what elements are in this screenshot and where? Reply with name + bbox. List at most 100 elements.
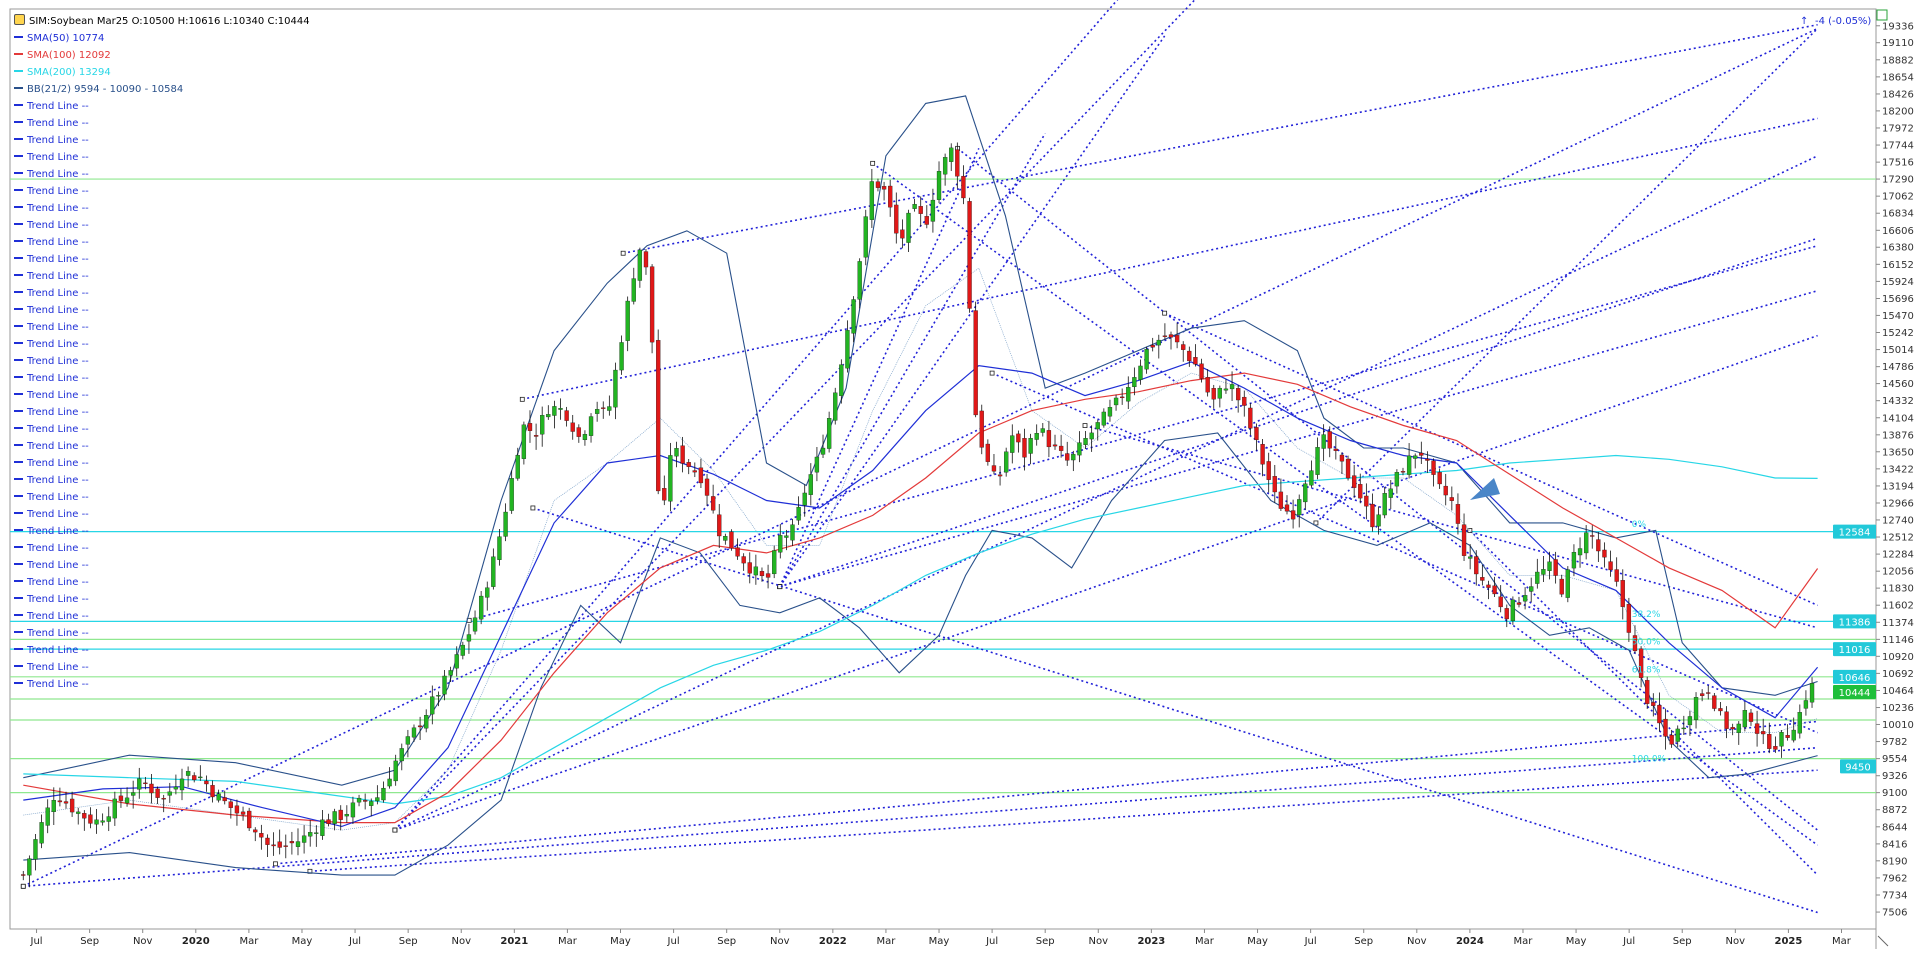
trend-line-legend-row[interactable]: Trend Line -- <box>14 506 310 523</box>
candle-down <box>1663 718 1668 737</box>
trend-line-legend-row[interactable]: Trend Line -- <box>14 251 310 268</box>
trend-line-legend-row[interactable]: Trend Line -- <box>14 676 310 693</box>
trend-line-value: -- <box>81 509 89 520</box>
x-tick-label: Mar <box>1195 936 1215 947</box>
zoom-icon[interactable] <box>1876 9 1888 21</box>
legend-swatch <box>14 121 23 123</box>
trend-line-legend-row[interactable]: Trend Line -- <box>14 285 310 302</box>
candle-down <box>1761 731 1766 735</box>
trend-line-legend-row[interactable]: Trend Line -- <box>14 387 310 404</box>
legend-swatch <box>14 631 23 633</box>
candle-up <box>430 696 435 715</box>
candle-down <box>1748 712 1754 722</box>
legend-swatch <box>14 529 23 531</box>
candle-down <box>1596 539 1601 552</box>
trend-line-legend-row[interactable]: Trend Line -- <box>14 489 310 506</box>
candle-down <box>1706 692 1711 694</box>
trend-line-legend-row[interactable]: Trend Line -- <box>14 370 310 387</box>
candle-down <box>1419 452 1424 456</box>
trend-line-legend-row[interactable]: Trend Line -- <box>14 625 310 642</box>
trend-line-legend-row[interactable]: Trend Line -- <box>14 217 310 234</box>
trend-line-legend-row[interactable]: Trend Line -- <box>14 591 310 608</box>
trend-line-legend-row[interactable]: Trend Line -- <box>14 149 310 166</box>
candle-down <box>1187 350 1192 362</box>
trend-line-value: -- <box>81 254 89 265</box>
candle-up <box>436 695 441 697</box>
candle-up <box>1321 434 1326 449</box>
trend-line-legend-row[interactable]: Trend Line -- <box>14 574 310 591</box>
candle-down <box>338 809 343 820</box>
trend-line-legend-row[interactable]: Trend Line -- <box>14 659 310 676</box>
trend-line-value: -- <box>81 645 89 656</box>
legend-swatch <box>14 87 23 89</box>
legend-swatch <box>14 223 23 225</box>
y-tick-label: 18426 <box>1882 89 1914 100</box>
candle-down <box>1754 723 1760 734</box>
candle-down <box>1150 344 1155 348</box>
trend-line-legend-row[interactable]: Trend Line -- <box>14 608 310 625</box>
trend-line-legend-row[interactable]: Trend Line -- <box>14 132 310 149</box>
legend-swatch <box>14 478 23 480</box>
trend-line-label: Trend Line <box>27 135 79 146</box>
indicator-legend-row[interactable]: SMA(200) 13294 <box>14 64 310 81</box>
trend-line-legend-row[interactable]: Trend Line -- <box>14 540 310 557</box>
candle-down <box>289 841 295 844</box>
candle-up <box>320 819 325 836</box>
candle-down <box>692 470 697 473</box>
indicator-legend-row[interactable]: SMA(100) 12092 <box>14 47 310 64</box>
candle-down <box>1474 556 1479 575</box>
trend-line-legend-row[interactable]: Trend Line -- <box>14 166 310 183</box>
trend-line-legend-row[interactable]: Trend Line -- <box>14 319 310 336</box>
y-tick-label: 15470 <box>1882 311 1914 322</box>
y-tick-label: 16606 <box>1882 226 1914 237</box>
trend-line-legend-row[interactable]: Trend Line -- <box>14 404 310 421</box>
trend-line-legend-row[interactable]: Trend Line -- <box>14 472 310 489</box>
trend-line-legend-row[interactable]: Trend Line -- <box>14 268 310 285</box>
trend-line-anchor <box>519 396 525 402</box>
candle-up <box>1028 437 1033 454</box>
candle-down <box>1370 503 1375 528</box>
trend-line-legend-row[interactable]: Trend Line -- <box>14 115 310 132</box>
trend-line-legend-row[interactable]: Trend Line -- <box>14 336 310 353</box>
candle-up <box>424 715 429 729</box>
trend-line-legend-row[interactable]: Trend Line -- <box>14 557 310 574</box>
trend-line-legend-row[interactable]: Trend Line -- <box>14 353 310 370</box>
candle-up <box>381 787 386 801</box>
trend-line-value: -- <box>81 628 89 639</box>
trend-line-legend-row[interactable]: Trend Line -- <box>14 421 310 438</box>
trend-line-legend-row[interactable]: Trend Line -- <box>14 302 310 319</box>
candle-up <box>930 199 936 222</box>
candle-down <box>259 833 264 838</box>
candle-down <box>118 795 124 801</box>
symbol-icon[interactable] <box>14 14 25 25</box>
indicator-legend-row[interactable]: BB(21/2) 9594 - 10090 - 10584 <box>14 81 310 98</box>
candle-down <box>1699 693 1705 696</box>
candle-up <box>76 811 81 814</box>
trend-line-value: -- <box>81 305 89 316</box>
trend-line-legend-row[interactable]: Trend Line -- <box>14 523 310 540</box>
trend-line-legend-row[interactable]: Trend Line -- <box>14 438 310 455</box>
y-tick-label: 14560 <box>1882 379 1914 390</box>
candle-down <box>1254 427 1259 441</box>
candle-down <box>1333 448 1338 451</box>
trend-line-legend-row[interactable]: Trend Line -- <box>14 642 310 659</box>
candle-up <box>1742 710 1748 728</box>
legend-swatch <box>14 648 23 650</box>
trend-line-anchor <box>273 861 278 867</box>
trend-line-legend-row[interactable]: Trend Line -- <box>14 234 310 251</box>
candle-down <box>1046 430 1052 448</box>
trend-line-legend-row[interactable]: Trend Line -- <box>14 98 310 115</box>
indicator-legend-row[interactable]: SMA(50) 10774 <box>14 30 310 47</box>
candle-down <box>1669 734 1674 745</box>
y-tick-label: 8190 <box>1882 856 1907 867</box>
trend-line-label: Trend Line <box>27 254 79 265</box>
trend-line-legend-row[interactable]: Trend Line -- <box>14 455 310 472</box>
price-flag-label: 11016 <box>1839 645 1871 656</box>
trend-line-anchor <box>1162 310 1168 316</box>
x-tick-label: Nov <box>770 936 790 947</box>
trend-line-legend-row[interactable]: Trend Line -- <box>14 200 310 217</box>
candle-up <box>1083 438 1088 446</box>
candle-up <box>369 801 374 806</box>
trend-line-label: Trend Line <box>27 407 79 418</box>
trend-line-legend-row[interactable]: Trend Line -- <box>14 183 310 200</box>
